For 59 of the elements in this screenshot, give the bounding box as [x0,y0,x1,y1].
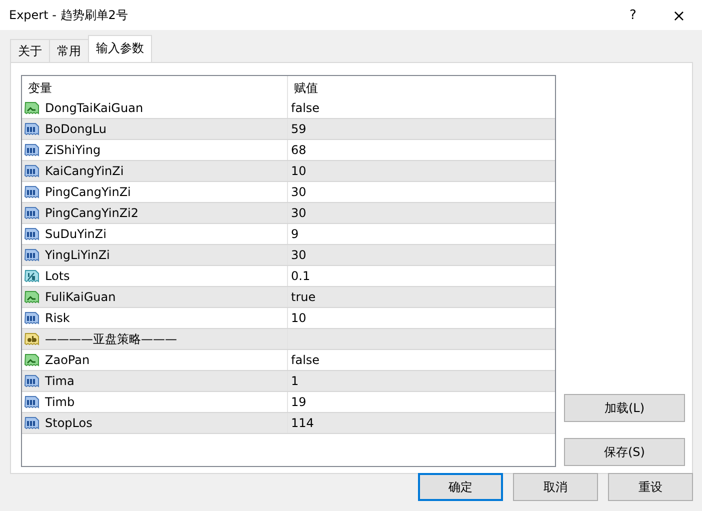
parameter-value: 10 [291,311,306,325]
double-type-icon [24,268,40,284]
parameter-value: true [291,290,316,304]
parameter-value: 10 [291,164,306,178]
parameter-name: Tima [45,374,74,388]
dialog-button[interactable]: 确定 [418,473,503,501]
parameter-name: BoDongLu [45,122,106,136]
help-button[interactable]: ? [610,8,656,22]
parameter-value: 0.1 [291,269,310,283]
bool-type-icon [24,100,40,116]
parameter-name: YingLiYinZi [45,248,110,262]
parameter-name: FuliKaiGuan [45,290,116,304]
parameter-name: SuDuYinZi [45,227,106,241]
tab[interactable]: 关于 [10,39,50,62]
tab[interactable]: 输入参数 [88,35,152,62]
load-button[interactable]: 加载(L) [564,394,685,422]
parameter-name: Lots [45,269,70,283]
column-header[interactable]: 变量 [22,76,288,98]
parameter-value: 68 [291,143,306,157]
int-type-icon [24,394,40,410]
int-type-icon [24,226,40,242]
window-title: Expert - 趋势刷单2号 [9,6,129,24]
parameter-value: 1 [291,374,299,388]
dialog-button[interactable]: 重设 [608,473,693,501]
parameter-value: 30 [291,248,306,262]
int-type-icon [24,184,40,200]
parameter-name: Timb [45,395,75,409]
string-type-icon [24,331,40,347]
int-type-icon [24,121,40,137]
parameter-value: false [291,353,320,367]
int-type-icon [24,373,40,389]
parameter-name: PingCangYinZi [45,185,131,199]
parameter-value: 114 [291,416,314,430]
int-type-icon [24,415,40,431]
parameter-name: PingCangYinZi2 [45,206,139,220]
parameter-value: 19 [291,395,306,409]
column-header[interactable]: 赋值 [288,76,555,98]
bool-type-icon [24,352,40,368]
parameter-name: ZaoPan [45,353,90,367]
parameter-value: 30 [291,185,306,199]
parameter-value: false [291,101,320,115]
parameter-name: ZiShiYing [45,143,101,157]
int-type-icon [24,247,40,263]
int-type-icon [24,310,40,326]
close-button[interactable]: × [656,6,702,24]
parameter-value: 30 [291,206,306,220]
parameter-name: ————亚盘策略——— [45,330,177,348]
parameter-value: 59 [291,122,306,136]
parameter-name: Risk [45,311,70,325]
bool-type-icon [24,289,40,305]
parameter-name: StopLos [45,416,92,430]
parameter-name: DongTaiKaiGuan [45,101,144,115]
parameter-name: KaiCangYinZi [45,164,124,178]
int-type-icon [24,205,40,221]
int-type-icon [24,142,40,158]
save-button[interactable]: 保存(S) [564,438,685,466]
parameter-value: 9 [291,227,299,241]
int-type-icon [24,163,40,179]
dialog-button[interactable]: 取消 [513,473,598,501]
